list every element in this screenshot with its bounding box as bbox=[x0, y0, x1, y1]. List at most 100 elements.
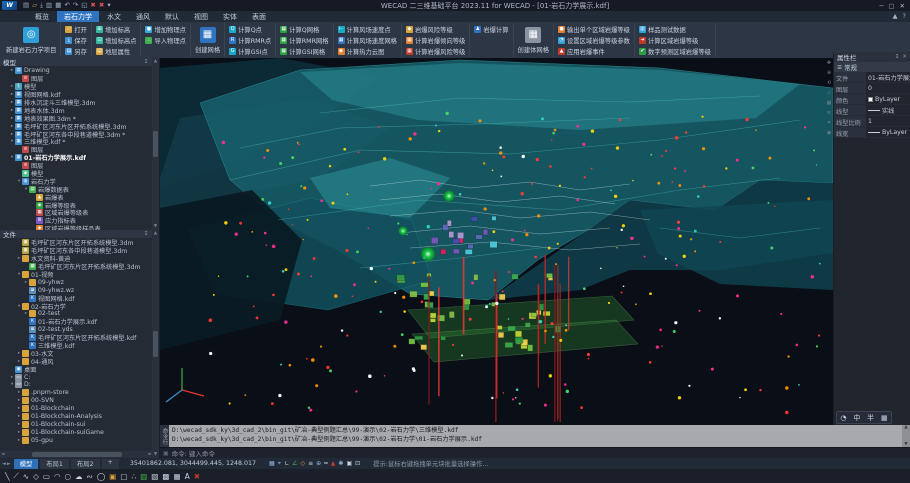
model-tree-item[interactable]: ▸▦排水沉淀斗三维模型.3dm bbox=[0, 99, 159, 107]
view-zoom-icon[interactable]: ⊕ bbox=[827, 70, 831, 76]
ime-wheel-icon[interactable]: ◔ bbox=[840, 414, 846, 422]
property-row-颜色[interactable]: 颜色ByLayer bbox=[834, 94, 910, 105]
pin-icon[interactable]: ↧ bbox=[895, 54, 900, 60]
polyline-tool-icon[interactable]: ∿ bbox=[23, 472, 29, 481]
file-tree-item[interactable]: ▾▭D: bbox=[0, 381, 159, 389]
point-tool-icon[interactable]: ∴ bbox=[131, 472, 136, 481]
file-tree-item[interactable]: ▸00-SVN bbox=[0, 397, 159, 405]
ribbon-tab-通风[interactable]: 通风 bbox=[129, 11, 157, 23]
window-icon[interactable]: ◱ bbox=[81, 0, 87, 11]
add-physical-point-button[interactable]: ●增加物理点 bbox=[145, 24, 185, 34]
file-tree-item[interactable]: ▸水文资料-黄迪 bbox=[0, 255, 159, 263]
property-row-线宽[interactable]: 线宽ByLayer bbox=[834, 127, 910, 138]
table-tool-icon[interactable]: ▦ bbox=[173, 472, 180, 481]
spline-tool-icon[interactable]: ∾ bbox=[87, 472, 93, 481]
scroll-down-icon[interactable]: ▼ bbox=[154, 224, 157, 229]
calc-region-rockburst-button[interactable]: ➜计算区域岩爆等级 bbox=[639, 35, 711, 45]
model-tree-item[interactable]: Ⅲ应力指标表 bbox=[0, 217, 159, 225]
ribbon-tab-表面[interactable]: 表面 bbox=[245, 11, 273, 23]
scroll-left-icon[interactable]: ◄ bbox=[1, 452, 4, 457]
model-tree-scrollbar[interactable]: ▲▼ bbox=[152, 58, 159, 230]
property-value[interactable]: 01-岩石力学展示... bbox=[866, 72, 910, 82]
lineweight-icon[interactable]: ━ bbox=[324, 460, 328, 467]
properties-group-header[interactable]: ≡常规 bbox=[834, 62, 910, 72]
tab-scroll-right-icon[interactable]: ► bbox=[7, 461, 11, 467]
file-tree-item[interactable]: ≣02-test.yds bbox=[0, 326, 159, 334]
otrack-icon[interactable]: ≡ bbox=[308, 460, 313, 467]
tab-scroll-left-icon[interactable]: ◄ bbox=[2, 461, 6, 467]
qat-dropdown-icon[interactable]: ▾ bbox=[107, 0, 110, 11]
scroll-up-icon[interactable]: ▲ bbox=[904, 425, 907, 430]
file-tree-item[interactable]: ▸03-水文 bbox=[0, 349, 159, 357]
file-tree-item[interactable]: ▾02-岩石力学 bbox=[0, 302, 159, 310]
file-tree-item[interactable]: ▾01-视频 bbox=[0, 271, 159, 279]
calc-rockburst-tendency-button[interactable]: ▦计算岩爆倾向等级 bbox=[406, 35, 465, 45]
close-all-icon[interactable]: ✖ bbox=[99, 0, 104, 11]
calc-thermal-cloud-button[interactable]: ◉计算热力云图 bbox=[338, 46, 397, 56]
file-tree-item[interactable]: ▸09-yhwz bbox=[0, 278, 159, 286]
circle-tool-icon[interactable]: ○ bbox=[64, 472, 71, 481]
file-tree-item[interactable]: ▸04-通风 bbox=[0, 357, 159, 365]
layout-tab-模型[interactable]: 模型 bbox=[14, 459, 39, 469]
create-mesh-button[interactable]: ▦创建网格 bbox=[191, 23, 225, 57]
view-measure-icon[interactable]: ⌗ bbox=[828, 120, 831, 126]
files-tree-scrollbar[interactable]: ▲▼ bbox=[152, 230, 159, 458]
close-icon[interactable]: ✕ bbox=[902, 54, 907, 60]
view-pan-icon[interactable]: ✥ bbox=[827, 60, 831, 66]
help-icon[interactable]: ? bbox=[903, 12, 906, 20]
files-tree-hscrollbar[interactable]: ◄► bbox=[0, 451, 153, 458]
maximize-button[interactable]: ▢ bbox=[888, 2, 894, 10]
grid-snap-icon[interactable]: ▦ bbox=[269, 460, 275, 467]
file-tree-item[interactable]: ▸05-gpu bbox=[0, 436, 159, 444]
hatch-tool-icon[interactable]: ▨ bbox=[140, 472, 147, 481]
ribbon-tab-默认[interactable]: 默认 bbox=[158, 11, 186, 23]
file-tree-item[interactable]: ▦毛坪矿区河东各中段巷道模型.3dm bbox=[0, 247, 159, 255]
import-physical-point-button[interactable]: ∴导入物理点 bbox=[145, 35, 185, 45]
close-button[interactable]: ✕ bbox=[900, 2, 905, 10]
file-tree-item[interactable]: ▸02-test bbox=[0, 310, 159, 318]
ime-cn-label[interactable]: 中 bbox=[853, 413, 860, 423]
gradient-tool-icon[interactable]: ▧ bbox=[151, 472, 158, 481]
command-panel-tab[interactable]: 命令行 bbox=[160, 425, 169, 447]
model-tree-item[interactable]: ▸▦地表水体.3dm bbox=[0, 106, 159, 114]
arc-tool-icon[interactable]: ◠ bbox=[54, 472, 61, 481]
output-region-rockburst-button[interactable]: ●输出单个区域岩爆等级 bbox=[558, 24, 630, 34]
model-tree-item[interactable]: ◆模型 bbox=[0, 170, 159, 178]
file-tree-item[interactable]: K毛坪矿区河东片区开拓系统模型.kdf bbox=[0, 334, 159, 342]
view-front-icon[interactable]: ▱ bbox=[827, 90, 831, 96]
file-tree-item[interactable]: ≣09-yhwz.wz bbox=[0, 286, 159, 294]
block-insert-icon[interactable]: ▣ bbox=[109, 472, 116, 481]
osnap-icon[interactable]: ◇ bbox=[300, 460, 305, 467]
view-layers-icon[interactable]: ≡ bbox=[827, 110, 831, 116]
print-icon[interactable]: ▦ bbox=[55, 0, 61, 11]
file-tree-item[interactable]: ▸▭C: bbox=[0, 373, 159, 381]
calc-windfield-grid-button[interactable]: ▦计算风场速度网格 bbox=[338, 35, 397, 45]
model-tree-item[interactable]: ◉岩爆等级表 bbox=[0, 201, 159, 209]
calc-q-grid-button[interactable]: ▦计算Q网格 bbox=[280, 24, 328, 34]
calc-rmr-grid-button[interactable]: ▦计算RMR网格 bbox=[280, 35, 328, 45]
model-tree-item[interactable]: ▸§模型 bbox=[0, 83, 159, 91]
ribbon-tab-岩石力学[interactable]: 岩石力学 bbox=[57, 11, 99, 23]
file-tree-item[interactable]: ▸01-Blockchain bbox=[0, 405, 159, 413]
scroll-right-icon[interactable]: ► bbox=[149, 452, 152, 457]
model-tree-item[interactable]: ▸▦毛坪矿区河东各中段巷道模型.3dm * bbox=[0, 130, 159, 138]
model-tree-item[interactable]: ▾▦01-岩石力学展示.kdf bbox=[0, 154, 159, 162]
erase-tool-icon[interactable]: ✖ bbox=[194, 472, 200, 481]
mtext-tool-icon[interactable]: A bbox=[185, 472, 190, 481]
save-all-icon[interactable]: ▥ bbox=[46, 0, 52, 11]
stratum-properties-button[interactable]: ▤地层属性 bbox=[96, 46, 136, 56]
isolate-icon[interactable]: ▣ bbox=[346, 460, 352, 467]
polygon-tool-icon[interactable]: ◇ bbox=[33, 472, 39, 481]
3d-viewport-scene[interactable] bbox=[160, 58, 833, 425]
line-tool-icon[interactable]: ╲ bbox=[5, 472, 10, 481]
workspace-icon[interactable]: ✱ bbox=[338, 460, 343, 467]
property-value[interactable]: ByLayer bbox=[866, 127, 910, 137]
ribbon-tab-视图[interactable]: 视图 bbox=[187, 11, 215, 23]
apply-rockburst-event-button[interactable]: ▲应用岩爆事件 bbox=[558, 46, 630, 56]
model-tree-item[interactable]: ▸▦毛坪矿区河东片区开拓系统模型.3dm bbox=[0, 122, 159, 130]
scroll-up-icon[interactable]: ▲ bbox=[154, 231, 157, 236]
file-tree-item[interactable]: ▸01-Blockchain-suiGame bbox=[0, 428, 159, 436]
open-button[interactable]: ▱打开 bbox=[65, 24, 87, 34]
rockburst-risk-level-button[interactable]: ◆岩爆风险等级 bbox=[406, 24, 465, 34]
property-row-线型[interactable]: 线型实线 bbox=[834, 105, 910, 116]
